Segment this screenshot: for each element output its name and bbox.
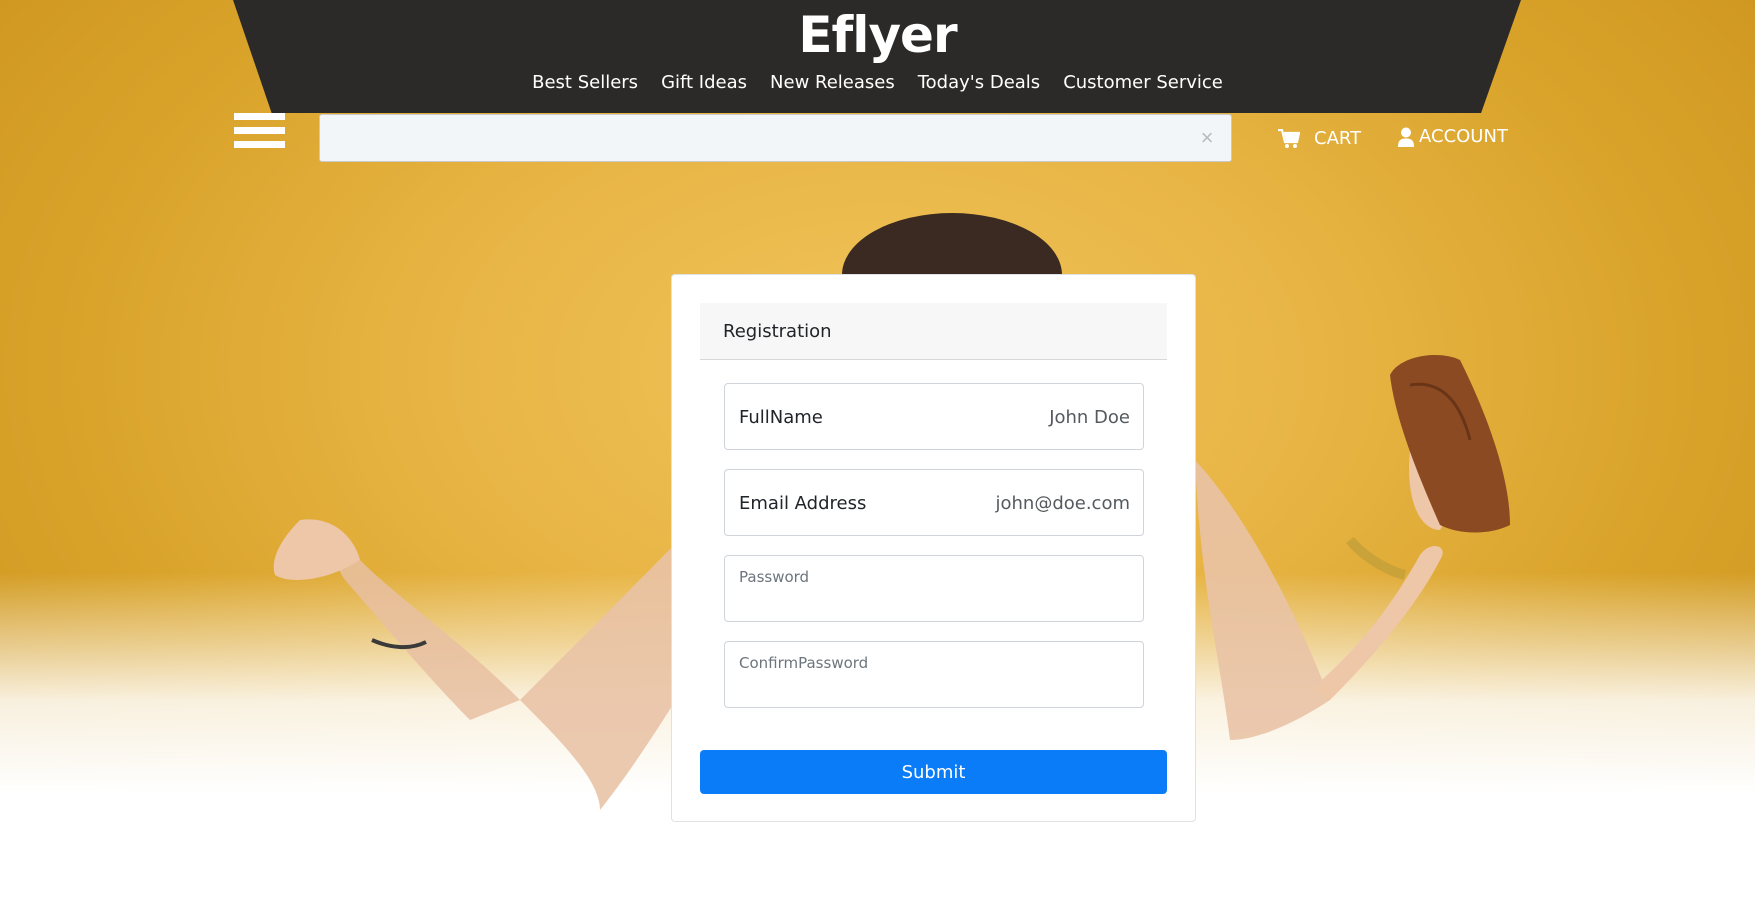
cart-icon	[1278, 128, 1300, 148]
cart-button[interactable]: CART	[1278, 128, 1361, 149]
account-label: ACCOUNT	[1419, 126, 1508, 147]
close-icon[interactable]: ×	[1197, 126, 1217, 150]
email-field[interactable]: Email Address john@doe.com	[724, 469, 1144, 536]
confirm-password-field: ConfirmPassword	[724, 641, 1144, 708]
search-bar: ×	[319, 114, 1232, 162]
card-title: Registration	[700, 303, 1167, 360]
nav-best-sellers[interactable]: Best Sellers	[532, 72, 638, 93]
fullname-field[interactable]: FullName John Doe	[724, 383, 1144, 450]
nav-new-releases[interactable]: New Releases	[770, 72, 895, 93]
password-field: Password	[724, 555, 1144, 622]
fullname-value: John Doe	[1049, 407, 1130, 428]
password-input[interactable]	[725, 556, 1143, 621]
cart-label: CART	[1314, 128, 1362, 149]
email-value: john@doe.com	[995, 493, 1130, 514]
search-input[interactable]	[320, 115, 1231, 161]
fullname-label: FullName	[739, 407, 823, 428]
email-label: Email Address	[739, 493, 867, 514]
nav-gift-ideas[interactable]: Gift Ideas	[661, 72, 747, 93]
confirm-password-input[interactable]	[725, 642, 1143, 707]
submit-button[interactable]: Submit	[700, 750, 1167, 794]
nav-todays-deals[interactable]: Today's Deals	[918, 72, 1040, 93]
hamburger-menu-icon[interactable]	[234, 113, 285, 158]
top-navigation: Best Sellers Gift Ideas New Releases Tod…	[0, 72, 1755, 93]
nav-customer-service[interactable]: Customer Service	[1063, 72, 1223, 93]
registration-card: Registration FullName John Doe Email Add…	[671, 274, 1196, 822]
user-icon	[1398, 127, 1414, 147]
account-button[interactable]: ACCOUNT	[1397, 126, 1508, 147]
site-logo[interactable]: Eflyer	[0, 6, 1755, 64]
